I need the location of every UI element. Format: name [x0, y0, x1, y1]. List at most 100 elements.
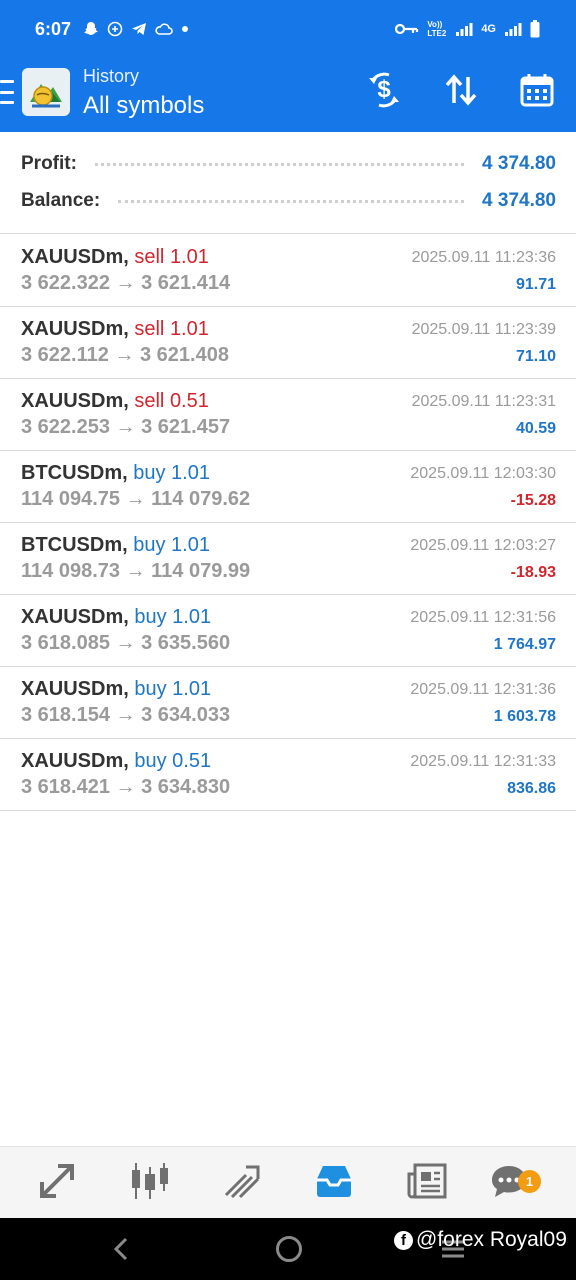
snapchat-icon — [83, 21, 99, 37]
deal-row[interactable]: XAUUSDm, buy 1.01 3 618.085 → 3 635.560 20… — [0, 594, 576, 666]
watermark: f @forex Royal09 — [394, 1228, 567, 1252]
account-summary: Profit: 4 374.80 Balance: 4 374.80 — [0, 132, 576, 233]
deal-open-price: 114 094.75 — [21, 488, 120, 510]
profit-label: Profit: — [21, 153, 77, 174]
deal-volume: 1.01 — [171, 462, 210, 484]
menu-button[interactable] — [0, 80, 16, 104]
deal-title: XAUUSDm, sell 0.51 — [21, 390, 209, 413]
deal-row[interactable]: XAUUSDm, sell 1.01 3 622.322 → 3 621.414 2… — [0, 234, 576, 306]
quotes-icon — [38, 1162, 76, 1205]
deal-prices: 3 622.322 → 3 621.414 — [21, 272, 230, 295]
deal-time: 2025.09.11 12:31:36 — [410, 681, 556, 698]
menu-bar — [0, 90, 14, 94]
deal-prices: 3 622.253 → 3 621.457 — [21, 416, 230, 439]
deal-time: 2025.09.11 12:31:33 — [410, 753, 556, 770]
key-icon — [395, 23, 419, 35]
calendar-button[interactable] — [517, 72, 557, 112]
app-logo — [22, 68, 70, 116]
deal-open-price: 3 618.085 — [21, 632, 110, 654]
page-subtitle: History — [83, 66, 140, 86]
watermark-text: @forex Royal09 — [416, 1228, 567, 1251]
deal-row[interactable]: XAUUSDm, buy 0.51 3 618.421 → 3 634.830 20… — [0, 738, 576, 810]
deal-action: sell — [134, 390, 165, 412]
deal-open-price: 3 618.421 — [21, 776, 110, 798]
chat-badge: 1 — [518, 1170, 541, 1193]
deal-action: sell — [134, 318, 165, 340]
deal-title: XAUUSDm, sell 1.01 — [21, 318, 209, 341]
facebook-icon: f — [394, 1230, 413, 1250]
nav-chart[interactable] — [130, 1161, 170, 1206]
deal-prices: 114 098.73 → 114 079.99 — [21, 560, 250, 583]
deal-time: 2025.09.11 12:03:27 — [410, 537, 556, 554]
app-bar: History All symbols $ — [0, 58, 576, 132]
deal-prices: 3 618.085 → 3 635.560 — [21, 632, 230, 655]
nav-quotes[interactable] — [37, 1163, 77, 1203]
deal-profit: 71.10 — [515, 348, 556, 365]
nav-history[interactable] — [314, 1163, 354, 1203]
balance-row: Balance: 4 374.80 — [21, 183, 556, 219]
nav-trade[interactable] — [222, 1163, 262, 1203]
arrow-right-icon: → — [115, 632, 136, 654]
status-bar: 6:07 Vo)) LTE2 4G — [0, 0, 576, 58]
deal-time: 2025.09.11 11:23:39 — [411, 321, 556, 338]
deal-symbol: BTCUSDm, — [21, 462, 128, 484]
arrow-right-icon: → — [125, 560, 146, 582]
deal-prices: 3 618.154 → 3 634.033 — [21, 704, 230, 727]
deal-close-price: 3 635.560 — [141, 632, 231, 654]
dotted-leader — [118, 199, 465, 203]
network-label: 4G — [481, 23, 496, 35]
arrow-right-icon: → — [115, 704, 136, 726]
nav-news[interactable] — [407, 1163, 447, 1203]
balance-value: 4 374.80 — [482, 190, 556, 211]
deal-action: buy — [133, 534, 166, 556]
deal-profit: 1 764.97 — [493, 636, 556, 653]
deal-symbol: XAUUSDm, — [21, 390, 129, 412]
deal-time: 2025.09.11 11:23:36 — [411, 249, 556, 266]
add-circle-icon — [107, 21, 123, 37]
deal-volume: 1.01 — [169, 318, 209, 340]
deal-prices: 3 622.112 → 3 621.408 — [21, 344, 229, 367]
status-time: 6:07 — [35, 18, 72, 39]
deal-action: buy — [134, 750, 167, 772]
deal-time: 2025.09.11 12:31:56 — [410, 609, 556, 626]
volte-label: Vo)) LTE2 — [427, 20, 447, 38]
deal-row[interactable]: BTCUSDm, buy 1.01 114 094.75 → 114 079.62… — [0, 450, 576, 522]
deal-close-price: 114 079.99 — [151, 560, 251, 582]
deal-title: BTCUSDm, buy 1.01 — [21, 534, 210, 557]
deal-profit: -18.93 — [510, 564, 556, 581]
arrow-right-icon: → — [125, 488, 146, 510]
deal-row[interactable]: BTCUSDm, buy 1.01 114 098.73 → 114 079.99… — [0, 522, 576, 594]
deal-profit: 1 603.78 — [493, 708, 556, 725]
deal-prices: 114 094.75 → 114 079.62 — [21, 488, 250, 511]
deal-close-price: 114 079.62 — [151, 488, 251, 510]
deal-profit: -15.28 — [510, 492, 556, 509]
deal-symbol: XAUUSDm, — [21, 246, 129, 268]
menu-bar — [0, 80, 14, 83]
chart-icon — [130, 1161, 170, 1206]
deal-profit: 40.59 — [515, 420, 556, 437]
currency-exchange-button[interactable]: $ — [364, 72, 404, 112]
sort-button[interactable] — [441, 72, 481, 112]
dot-icon — [181, 25, 189, 33]
deal-row[interactable]: XAUUSDm, sell 1.01 3 622.112 → 3 621.408 2… — [0, 306, 576, 378]
cloud-icon — [155, 22, 173, 36]
deal-row[interactable]: XAUUSDm, buy 1.01 3 618.154 → 3 634.033 20… — [0, 666, 576, 738]
deal-volume: 1.01 — [169, 246, 209, 268]
deal-volume: 1.01 — [172, 678, 212, 700]
dotted-leader — [94, 162, 465, 166]
profit-value: 4 374.80 — [482, 153, 556, 174]
deal-symbol: XAUUSDm, — [21, 750, 129, 772]
deal-title: XAUUSDm, buy 1.01 — [21, 678, 211, 701]
page-title[interactable]: All symbols — [83, 92, 204, 120]
deal-title: BTCUSDm, buy 1.01 — [21, 462, 210, 485]
currency-exchange-icon: $ — [365, 72, 403, 113]
home-icon[interactable] — [276, 1236, 302, 1262]
back-icon[interactable] — [110, 1236, 132, 1267]
arrow-right-icon: → — [115, 776, 136, 798]
history-icon — [314, 1163, 354, 1204]
deal-open-price: 3 622.112 — [21, 344, 109, 366]
deal-close-price: 3 634.033 — [141, 704, 231, 726]
deal-row[interactable]: XAUUSDm, sell 0.51 3 622.253 → 3 621.457 2… — [0, 378, 576, 450]
deal-action: sell — [134, 246, 165, 268]
deal-symbol: BTCUSDm, — [21, 534, 128, 556]
